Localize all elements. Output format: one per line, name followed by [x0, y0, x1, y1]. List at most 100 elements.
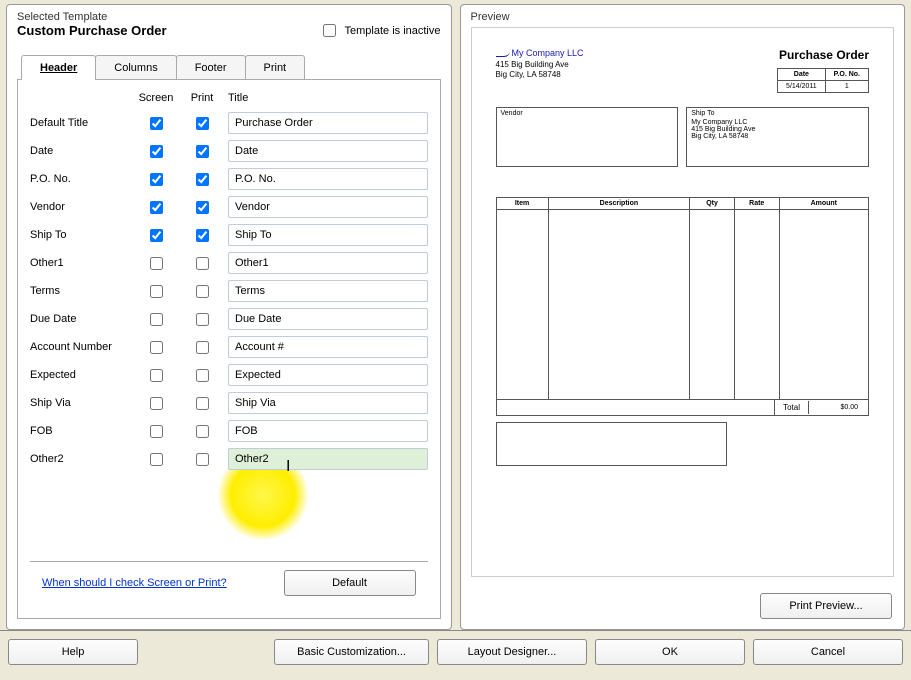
default-button[interactable]: Default	[284, 570, 416, 596]
basic-customization-button[interactable]: Basic Customization...	[274, 639, 429, 665]
field-label: Account Number	[30, 341, 130, 353]
print-checkbox[interactable]	[196, 313, 209, 326]
field-row: Default Title	[30, 112, 428, 134]
tab-print[interactable]: Print	[245, 55, 306, 80]
field-row: Date	[30, 140, 428, 162]
text-cursor-icon: I	[286, 458, 290, 476]
screen-checkbox[interactable]	[150, 229, 163, 242]
preview-shipto-line1: 415 Big Building Ave	[691, 126, 864, 133]
field-label: Due Date	[30, 313, 130, 325]
print-checkbox[interactable]	[196, 117, 209, 130]
screen-checkbox[interactable]	[150, 201, 163, 214]
tab-footer[interactable]: Footer	[176, 55, 246, 80]
template-inactive-label: Template is inactive	[345, 25, 441, 37]
field-label: Expected	[30, 369, 130, 381]
field-label: Ship To	[30, 229, 130, 241]
preview-shipto-box: Ship To My Company LLC 415 Big Building …	[686, 107, 869, 167]
ok-button[interactable]: OK	[595, 639, 745, 665]
selected-template-label: Selected Template	[17, 11, 167, 23]
preview-date-value: 5/14/2011	[778, 81, 826, 93]
field-label: Ship Via	[30, 397, 130, 409]
field-label: FOB	[30, 425, 130, 437]
field-label: Vendor	[30, 201, 130, 213]
preview-date-po-table: Date P.O. No. 5/14/2011 1	[777, 68, 869, 93]
screen-checkbox[interactable]	[150, 453, 163, 466]
screen-checkbox[interactable]	[150, 397, 163, 410]
title-input[interactable]	[228, 392, 428, 414]
field-label: P.O. No.	[30, 173, 130, 185]
print-checkbox[interactable]	[196, 285, 209, 298]
tabs: Header Columns Footer Print	[7, 46, 451, 79]
tab-content: Screen Print Title Default TitleDateP.O.…	[17, 79, 441, 619]
template-name: Custom Purchase Order	[17, 23, 167, 38]
preview-shipto-line0: My Company LLC	[691, 119, 864, 126]
template-inactive-input[interactable]	[323, 24, 336, 37]
title-input[interactable]	[228, 224, 428, 246]
screen-checkbox[interactable]	[150, 117, 163, 130]
screen-checkbox[interactable]	[150, 173, 163, 186]
screen-checkbox[interactable]	[150, 313, 163, 326]
field-row: FOB	[30, 420, 428, 442]
preview-shipto-label: Ship To	[691, 110, 864, 117]
field-row: Expected	[30, 364, 428, 386]
help-button[interactable]: Help	[8, 639, 138, 665]
title-input[interactable]	[228, 112, 428, 134]
print-checkbox[interactable]	[196, 145, 209, 158]
field-row: Other1	[30, 252, 428, 274]
print-checkbox[interactable]	[196, 257, 209, 270]
preview-col-desc: Description	[548, 198, 690, 210]
title-input[interactable]	[228, 448, 428, 470]
screen-checkbox[interactable]	[150, 425, 163, 438]
title-input[interactable]	[228, 196, 428, 218]
title-input[interactable]	[228, 252, 428, 274]
print-checkbox[interactable]	[196, 369, 209, 382]
preview-company-addr2: Big City, LA 58748	[496, 70, 561, 79]
print-checkbox[interactable]	[196, 229, 209, 242]
preview-po-title: Purchase Order	[777, 48, 869, 62]
print-preview-button[interactable]: Print Preview...	[760, 593, 892, 619]
screen-checkbox[interactable]	[150, 145, 163, 158]
title-input[interactable]	[228, 308, 428, 330]
title-input[interactable]	[228, 168, 428, 190]
right-pane: Preview My Company LLC 415 Big Building …	[460, 4, 906, 630]
screen-checkbox[interactable]	[150, 257, 163, 270]
field-row: Due Date	[30, 308, 428, 330]
print-checkbox[interactable]	[196, 453, 209, 466]
preview-pono-value: 1	[825, 81, 868, 93]
title-input[interactable]	[228, 336, 428, 358]
title-input[interactable]	[228, 140, 428, 162]
screen-checkbox[interactable]	[150, 341, 163, 354]
logo-icon	[496, 51, 510, 57]
template-inactive-checkbox[interactable]: Template is inactive	[319, 11, 441, 40]
print-checkbox[interactable]	[196, 425, 209, 438]
tab-header[interactable]: Header	[21, 55, 96, 80]
print-checkbox[interactable]	[196, 341, 209, 354]
layout-designer-button[interactable]: Layout Designer...	[437, 639, 587, 665]
preview-total-row: Total $0.00	[496, 400, 870, 416]
left-pane: Selected Template Custom Purchase Order …	[6, 4, 452, 630]
print-checkbox[interactable]	[196, 173, 209, 186]
col-header-title: Title	[228, 92, 428, 104]
screen-print-help-link[interactable]: When should I check Screen or Print?	[42, 577, 227, 589]
field-label: Default Title	[30, 117, 130, 129]
field-row: Account Number	[30, 336, 428, 358]
print-checkbox[interactable]	[196, 201, 209, 214]
col-header-screen: Screen	[136, 92, 176, 104]
title-input[interactable]	[228, 420, 428, 442]
title-input[interactable]	[228, 280, 428, 302]
screen-checkbox[interactable]	[150, 285, 163, 298]
preview-shipto-line2: Big City, LA 58748	[691, 133, 864, 140]
field-row: Ship Via	[30, 392, 428, 414]
preview-col-amount: Amount	[779, 198, 868, 210]
print-checkbox[interactable]	[196, 397, 209, 410]
screen-checkbox[interactable]	[150, 369, 163, 382]
preview-company-name: My Company LLC	[512, 48, 584, 58]
tab-columns[interactable]: Columns	[95, 55, 176, 80]
preview-canvas: My Company LLC 415 Big Building Ave Big …	[471, 27, 895, 577]
preview-date-header: Date	[778, 69, 826, 81]
field-label: Other2	[30, 453, 130, 465]
field-label: Date	[30, 145, 130, 157]
title-input[interactable]	[228, 364, 428, 386]
cancel-button[interactable]: Cancel	[753, 639, 903, 665]
field-row: P.O. No.	[30, 168, 428, 190]
